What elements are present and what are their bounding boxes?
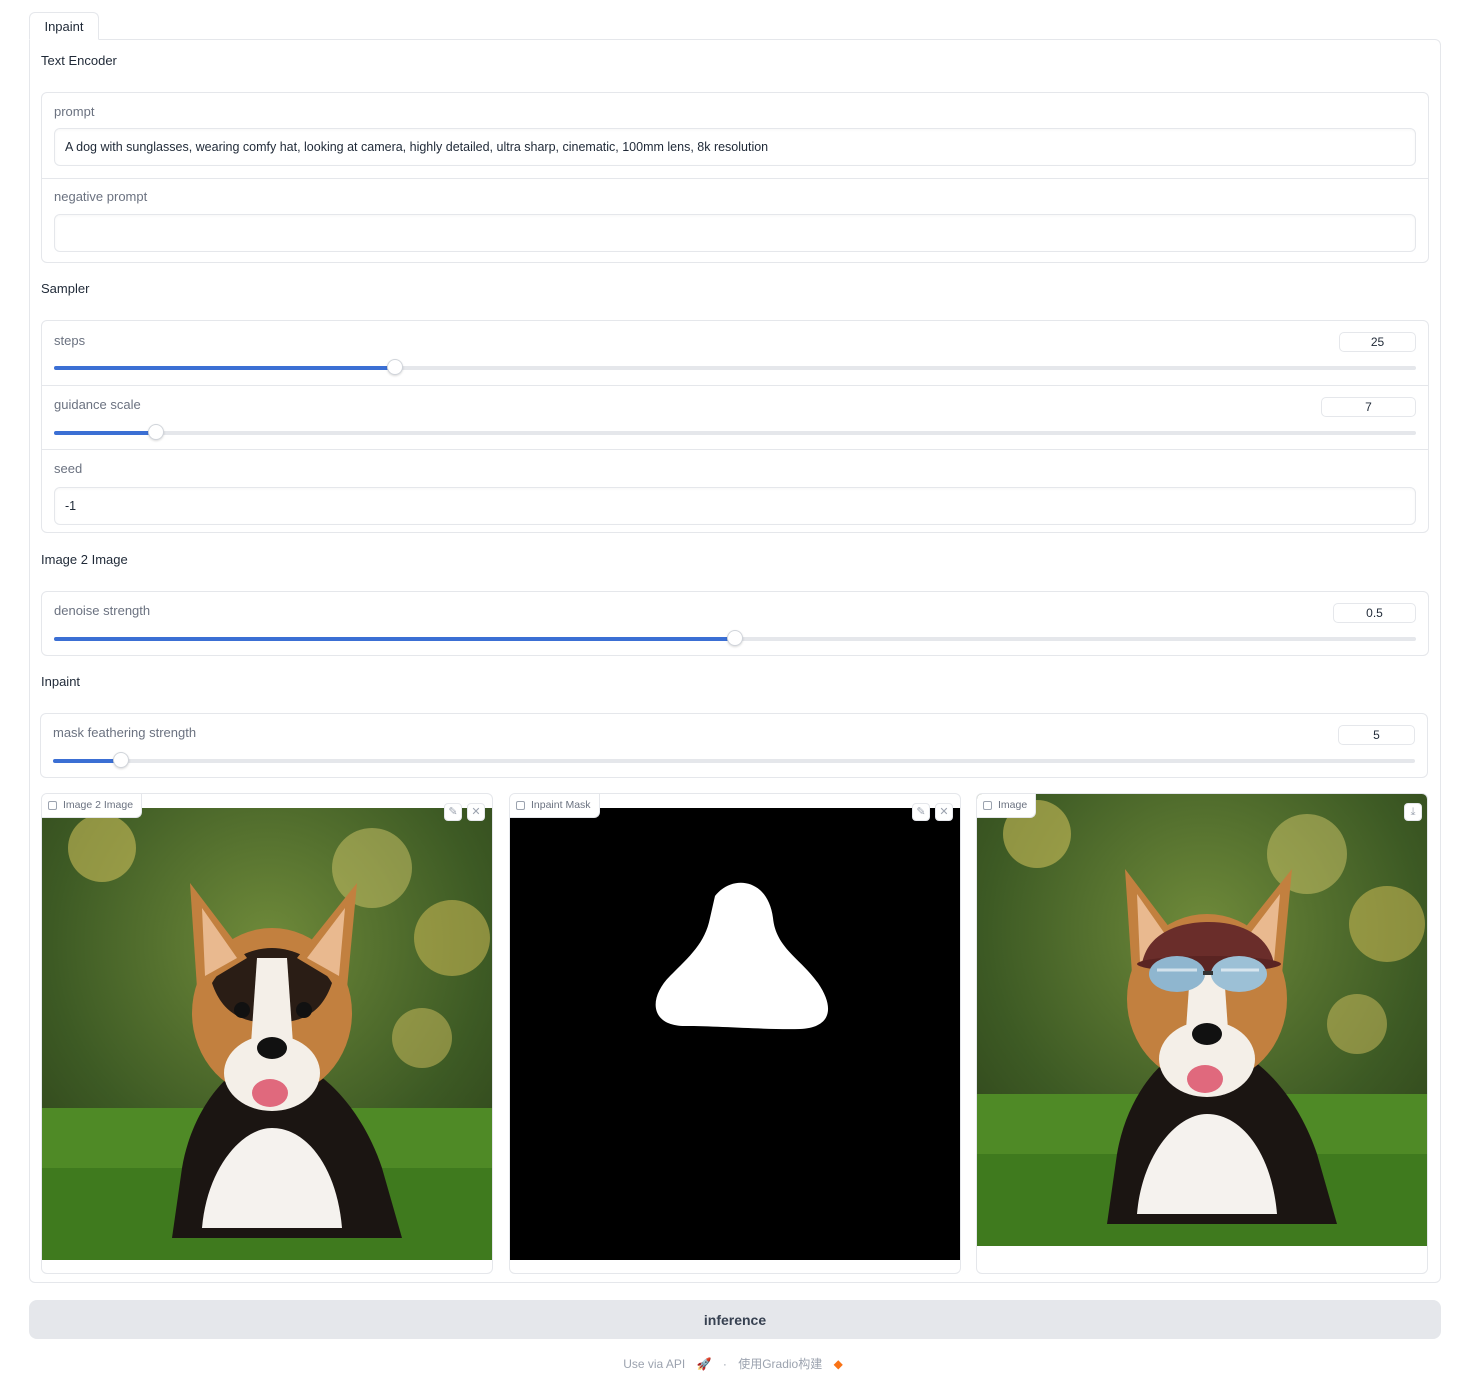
mask-image-label: Inpaint Mask <box>510 794 600 818</box>
denoise-slider[interactable] <box>54 630 1416 646</box>
close-icon[interactable]: ✕ <box>935 803 953 821</box>
steps-slider-thumb[interactable] <box>386 359 403 375</box>
denoise-label: denoise strength <box>54 603 151 618</box>
img2img-group: denoise strength 0.5 <box>41 591 1429 656</box>
guidance-label: guidance scale <box>54 397 141 412</box>
mask-canvas[interactable] <box>510 808 960 1260</box>
negative-prompt-input[interactable] <box>54 214 1416 252</box>
sampler-group: steps 25 guidance scale 7 seed -1 <box>41 320 1429 533</box>
steps-slider-fill <box>54 366 395 370</box>
seed-label: seed <box>54 461 83 476</box>
steps-row: steps 25 <box>42 321 1428 385</box>
guidance-number-input[interactable]: 7 <box>1321 397 1416 417</box>
seed-row: seed -1 <box>42 449 1428 534</box>
use-via-api-link[interactable]: Use via API <box>623 1357 685 1371</box>
corgi-photo <box>42 808 492 1260</box>
denoise-row: denoise strength 0.5 <box>42 592 1428 657</box>
output-image-panel: Image ⤓ <box>976 793 1428 1274</box>
guidance-slider-thumb[interactable] <box>148 424 165 440</box>
text-encoder-group: prompt A dog with sunglasses, wearing co… <box>41 92 1429 263</box>
built-with-gradio-link[interactable]: 使用Gradio构建 <box>738 1357 822 1371</box>
image-icon <box>516 801 525 810</box>
img2img-title: Image 2 Image <box>41 552 128 567</box>
negative-prompt-row: negative prompt <box>42 178 1428 264</box>
input-image-label-text: Image 2 Image <box>63 799 134 811</box>
guidance-slider-fill <box>54 431 157 435</box>
close-icon[interactable]: ✕ <box>467 803 485 821</box>
image-icon <box>48 801 57 810</box>
output-image-label-text: Image <box>998 799 1028 811</box>
seed-input[interactable]: -1 <box>54 487 1416 525</box>
steps-slider[interactable] <box>54 359 1416 375</box>
prompt-label: prompt <box>54 104 95 119</box>
feather-slider-fill <box>53 759 122 763</box>
denoise-slider-thumb[interactable] <box>727 630 743 646</box>
feather-slider[interactable] <box>53 752 1415 768</box>
footer: Use via API 🚀 · 使用Gradio构建 ◆ <box>0 1355 1466 1372</box>
inference-button[interactable]: inference <box>29 1300 1441 1339</box>
image-icon <box>983 801 992 810</box>
prompt-row: prompt A dog with sunglasses, wearing co… <box>42 93 1428 178</box>
download-icon[interactable]: ⤓ <box>1404 803 1422 821</box>
inpaint-mask-panel[interactable]: Inpaint Mask ✎ ✕ <box>509 793 961 1274</box>
text-encoder-title: Text Encoder <box>41 53 117 68</box>
feather-slider-thumb[interactable] <box>113 752 130 768</box>
edit-icon[interactable]: ✎ <box>444 803 462 821</box>
input-image-panel[interactable]: Image 2 Image ✎ ✕ <box>41 793 493 1274</box>
guidance-row: guidance scale 7 <box>42 385 1428 449</box>
inpaint-group: mask feathering strength 5 <box>40 713 1428 778</box>
input-image-label: Image 2 Image <box>42 794 143 818</box>
footer-separator: · <box>722 1357 727 1371</box>
edit-icon[interactable]: ✎ <box>912 803 930 821</box>
inpaint-title: Inpaint <box>41 674 81 689</box>
denoise-slider-fill <box>54 637 735 641</box>
guidance-slider[interactable] <box>54 424 1416 440</box>
feather-number-input[interactable]: 5 <box>1338 725 1415 745</box>
feather-row: mask feathering strength 5 <box>41 714 1427 779</box>
mask-image-label-text: Inpaint Mask <box>531 799 591 811</box>
prompt-input[interactable]: A dog with sunglasses, wearing comfy hat… <box>54 128 1416 166</box>
result-photo <box>977 794 1427 1246</box>
steps-number-input[interactable]: 25 <box>1339 332 1416 352</box>
negative-prompt-label: negative prompt <box>54 189 148 204</box>
feather-label: mask feathering strength <box>53 725 197 740</box>
rocket-icon: 🚀 <box>696 1357 712 1371</box>
tab-inpaint[interactable]: Inpaint <box>29 12 99 40</box>
output-image-label: Image <box>977 794 1037 818</box>
denoise-number-input[interactable]: 0.5 <box>1333 603 1416 623</box>
steps-label: steps <box>54 333 86 348</box>
sampler-title: Sampler <box>41 281 90 296</box>
tab-bar: Inpaint <box>29 12 1441 40</box>
gradio-logo-icon: ◆ <box>833 1357 843 1371</box>
